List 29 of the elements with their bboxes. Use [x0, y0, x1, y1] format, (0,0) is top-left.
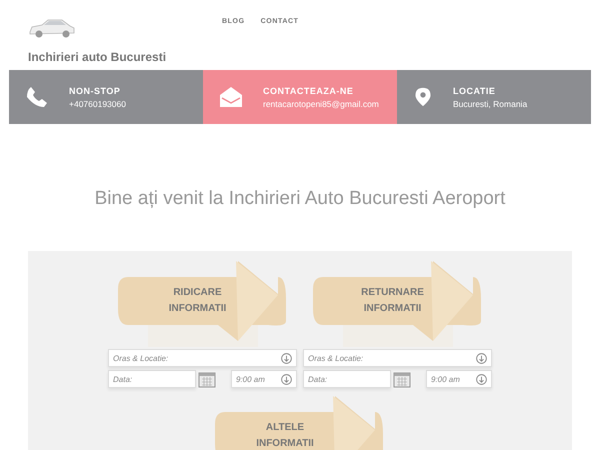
time-select[interactable]: 9:00 am: [426, 370, 492, 388]
location-select[interactable]: Oras & Locatie:: [108, 349, 297, 367]
time-select[interactable]: 9:00 am: [231, 370, 297, 388]
contact-label: CONTACTEAZA-NE: [263, 86, 354, 96]
contact-value: Bucuresti, Romania: [453, 98, 528, 108]
dropdown-icon: [476, 352, 487, 364]
date-field[interactable]: Data:: [108, 370, 196, 388]
contact-label: NON-STOP: [69, 86, 122, 96]
map-pin-icon: [413, 85, 433, 109]
contact-value: rentacarotopeni85@gmail.com: [263, 98, 379, 108]
site-title: Inchirieri auto Bucuresti: [28, 50, 168, 66]
dropdown-icon: [281, 374, 292, 384]
dropdown-icon: [281, 352, 292, 364]
contact-label: LOCATIE: [453, 86, 496, 96]
section-title: ALTELE: [266, 421, 304, 435]
section-title: RIDICARE: [173, 286, 222, 300]
section-title: INFORMATII: [364, 302, 422, 316]
envelope-icon: [219, 85, 243, 109]
location-select[interactable]: Oras & Locatie:: [303, 349, 492, 367]
section-title: INFORMATII: [168, 302, 226, 316]
calendar-icon[interactable]: [393, 370, 411, 388]
calendar-icon[interactable]: [198, 370, 216, 388]
date-field[interactable]: Data:: [303, 370, 391, 388]
section-title: RETURNARE: [361, 286, 424, 300]
section-title: INFORMATII: [256, 437, 314, 450]
welcome-heading: Bine ați venit la Inchirieri Auto Bucuresti Aeroport: [94, 188, 506, 210]
dropdown-icon: [476, 374, 487, 384]
contact-value: +40760193060: [69, 98, 126, 108]
phone-icon: [25, 85, 49, 109]
